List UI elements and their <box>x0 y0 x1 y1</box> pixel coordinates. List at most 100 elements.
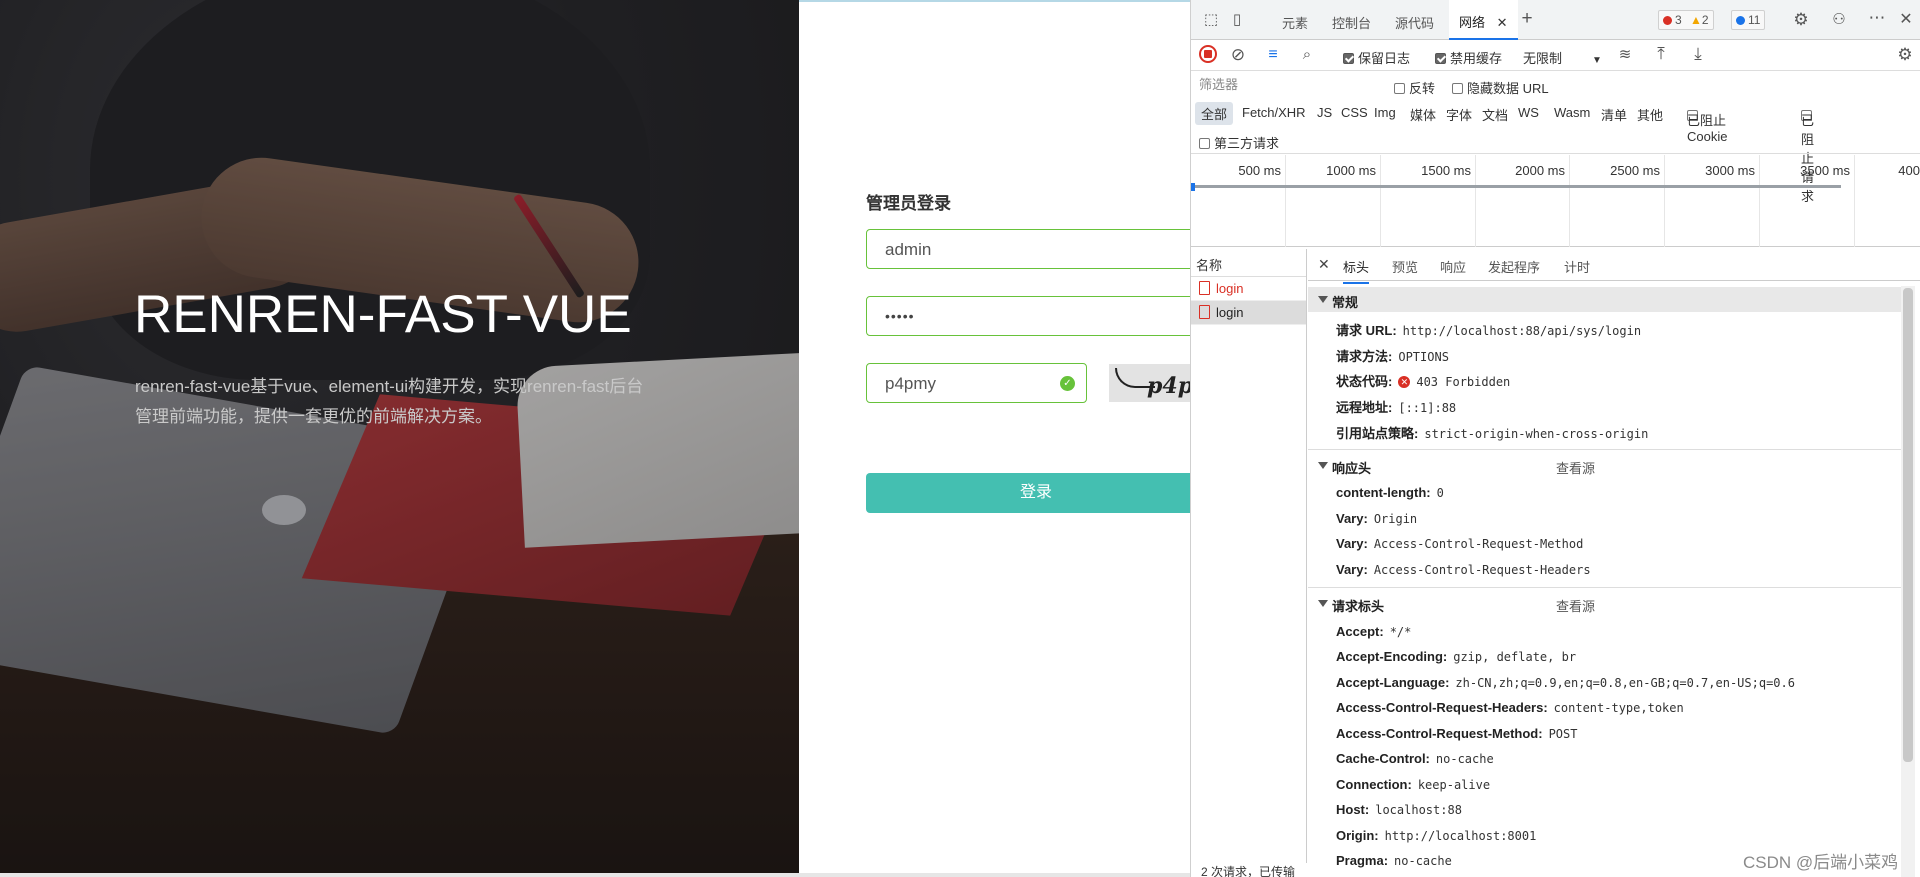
header-key: 请求 URL: <box>1336 323 1397 338</box>
close-tab-icon[interactable]: ✕ <box>1497 15 1508 30</box>
checkbox <box>1394 83 1405 94</box>
filter-type-media[interactable]: 媒体 <box>1410 105 1436 124</box>
filter-input[interactable]: 筛选器 <box>1191 74 1381 96</box>
device-toggle-icon[interactable]: ▯ <box>1227 10 1247 30</box>
settings-gear-icon[interactable]: ⚙ <box>1791 10 1811 30</box>
network-conditions-icon[interactable]: ≋ <box>1615 45 1635 65</box>
customize-icon[interactable]: ⚇ <box>1829 10 1849 30</box>
network-overview[interactable]: 500 ms 1000 ms 1500 ms 2000 ms 2500 ms 3… <box>1191 155 1920 247</box>
filter-type-font[interactable]: 字体 <box>1446 105 1472 124</box>
divider <box>1308 449 1906 450</box>
timeline-tick-label: 2500 ms <box>1610 163 1660 178</box>
tab-timing[interactable]: 计时 <box>1564 257 1590 276</box>
header-row: content-length: 0 <box>1336 485 1444 500</box>
invert-checkbox[interactable]: 反转 <box>1394 78 1435 97</box>
devtools-panel: ⬚ ▯ 元素 控制台 源代码 网络 ✕ + 3 ▲2 11 ⚙ ⚇ ⋯ ✕ ⊘ … <box>1190 0 1920 877</box>
timeline-tick <box>1664 155 1665 247</box>
captcha-input[interactable]: p4pmy ✓ <box>866 363 1087 403</box>
hero-background: RENREN-FAST-VUE renren-fast-vue基于vue、ele… <box>0 0 799 877</box>
filter-type-doc[interactable]: 文档 <box>1482 105 1508 124</box>
tab-network-label: 网络 <box>1459 15 1486 30</box>
filter-type-css[interactable]: CSS <box>1341 105 1368 120</box>
filter-icon[interactable]: ≡ <box>1263 45 1283 65</box>
request-headers-section-header[interactable]: 请求标头 查看源 <box>1308 591 1906 616</box>
search-icon[interactable]: ⌕ <box>1297 45 1317 65</box>
filter-type-js[interactable]: JS <box>1317 105 1332 120</box>
inspect-element-icon[interactable]: ⬚ <box>1201 10 1221 30</box>
header-key: Host: <box>1336 802 1370 817</box>
view-source-link[interactable]: 查看源 <box>1556 596 1595 615</box>
response-headers-section-header[interactable]: 响应头 查看源 <box>1308 453 1906 478</box>
tab-headers[interactable]: 标头 <box>1343 257 1370 284</box>
header-value: */* <box>1389 625 1412 639</box>
third-party-checkbox[interactable]: 第三方请求 <box>1199 133 1279 152</box>
info-badge[interactable]: 11 <box>1731 10 1766 30</box>
header-value: content-type,token <box>1553 701 1684 715</box>
captcha-image-text: p4p <box>1147 373 1194 399</box>
tab-initiator[interactable]: 发起程序 <box>1488 257 1540 276</box>
timeline-tick-label: 2000 ms <box>1515 163 1565 178</box>
header-value: [::1]:88 <box>1398 401 1457 415</box>
login-button[interactable]: 登录 <box>866 473 1206 513</box>
filter-type-other[interactable]: 其他 <box>1637 105 1663 124</box>
network-settings-icon[interactable]: ⚙ <box>1895 45 1915 65</box>
filter-type-ws[interactable]: WS <box>1518 105 1539 120</box>
request-row-selected[interactable]: login <box>1191 301 1306 325</box>
header-key: 状态代码: <box>1336 374 1393 389</box>
tab-elements[interactable]: 元素 <box>1282 13 1308 32</box>
login-title: 管理员登录 <box>866 194 951 213</box>
request-row[interactable]: login <box>1191 277 1306 301</box>
preserve-log-checkbox[interactable]: 保留日志 <box>1343 48 1410 67</box>
header-value: 403 Forbidden <box>1416 375 1511 389</box>
filter-type-fetch[interactable]: Fetch/XHR <box>1242 105 1306 120</box>
expand-triangle-icon <box>1318 462 1328 469</box>
view-source-link[interactable]: 查看源 <box>1556 458 1595 477</box>
username-input[interactable]: admin <box>866 229 1206 269</box>
close-devtools-icon[interactable]: ✕ <box>1896 10 1916 30</box>
third-party-row: 第三方请求 <box>1191 128 1920 154</box>
filter-type-manifest[interactable]: 清单 <box>1601 105 1627 124</box>
page-horizontal-scrollbar[interactable] <box>0 873 1190 877</box>
tab-preview[interactable]: 预览 <box>1392 257 1418 276</box>
issues-badge[interactable]: 3 ▲2 <box>1658 10 1714 30</box>
more-options-icon[interactable]: ⋯ <box>1867 8 1887 28</box>
record-icon[interactable] <box>1199 45 1217 63</box>
add-tab-icon[interactable]: + <box>1517 9 1537 29</box>
header-key: 引用站点策略: <box>1336 426 1419 441</box>
tab-network[interactable]: 网络 ✕ <box>1449 0 1518 40</box>
export-har-icon[interactable]: ⤓ <box>1688 44 1708 64</box>
timeline-tick-label: 3500 ms <box>1800 163 1850 178</box>
section-title: 请求标头 <box>1332 599 1385 614</box>
disable-cache-checkbox[interactable]: 禁用缓存 <box>1435 48 1502 67</box>
header-key: content-length: <box>1336 485 1431 500</box>
timeline-tick-label: 400 <box>1898 163 1920 178</box>
filter-type-all[interactable]: 全部 <box>1195 102 1234 125</box>
warning-count: 2 <box>1701 13 1709 27</box>
clear-icon[interactable]: ⊘ <box>1228 45 1248 65</box>
tab-response[interactable]: 响应 <box>1440 257 1466 276</box>
timeline-tick <box>1759 155 1760 247</box>
close-detail-icon[interactable]: ✕ <box>1318 256 1330 273</box>
tab-console[interactable]: 控制台 <box>1332 13 1371 32</box>
hide-data-urls-label: 隐藏数据 URL <box>1467 81 1549 96</box>
filter-type-img[interactable]: Img <box>1374 105 1396 120</box>
header-value: zh-CN,zh;q=0.9,en;q=0.8,en-GB;q=0.7,en-U… <box>1455 676 1795 690</box>
header-row: Vary: Access-Control-Request-Headers <box>1336 562 1591 577</box>
timeline-tick-label: 1000 ms <box>1326 163 1376 178</box>
hide-data-urls-checkbox[interactable]: 隐藏数据 URL <box>1452 78 1549 97</box>
tab-sources[interactable]: 源代码 <box>1395 13 1434 32</box>
captcha-image[interactable]: p4p <box>1109 364 1199 402</box>
header-row: 状态代码: ✕ 403 Forbidden <box>1336 371 1510 390</box>
filter-type-wasm[interactable]: Wasm <box>1554 105 1590 120</box>
timeline-tick-label: 3000 ms <box>1705 163 1755 178</box>
import-har-icon[interactable]: ⤒ <box>1651 44 1671 64</box>
password-input[interactable]: ••••• <box>866 296 1206 336</box>
throttle-select[interactable]: 无限制 ▼ <box>1523 48 1602 67</box>
header-value: gzip, deflate, br <box>1453 650 1577 664</box>
name-column-header[interactable]: 名称 <box>1191 249 1306 277</box>
general-section-header[interactable]: 常规 <box>1308 287 1906 312</box>
header-row: 请求 URL: http://localhost:88/api/sys/login <box>1336 320 1641 339</box>
network-toolbar: ⊘ ≡ ⌕ 保留日志 禁用缓存 无限制 ▼ ≋ ⤒ ⤓ ⚙ <box>1191 40 1920 71</box>
scrollbar-thumb[interactable] <box>1903 288 1913 762</box>
detail-scrollbar[interactable] <box>1901 286 1915 877</box>
